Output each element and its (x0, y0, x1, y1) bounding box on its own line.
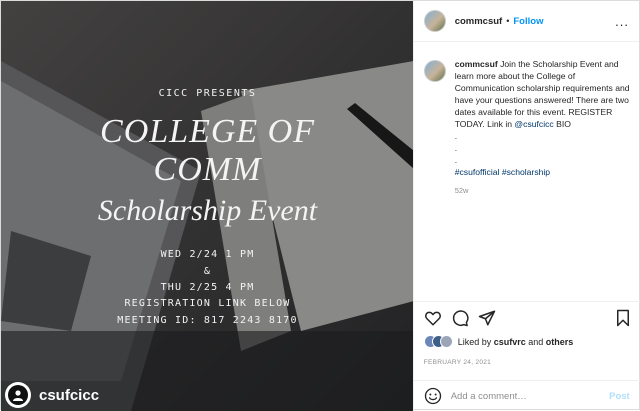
caption-avatar[interactable] (423, 60, 446, 82)
caption: commcsuf Join the Scholarship Event and … (423, 58, 630, 197)
post-header: commcsuf • Follow ... (413, 1, 639, 42)
action-bar (413, 301, 640, 331)
poster-presents: CICC PRESENTS (158, 88, 257, 99)
caption-dot-3: . (454, 155, 458, 165)
poster-meeting-id: MEETING ID: 817 2243 8170 (117, 315, 298, 326)
follow-button[interactable]: Follow (513, 16, 543, 27)
overlay-account-badge: csufcicc (5, 382, 99, 408)
likes-prefix: Liked by (457, 336, 494, 347)
poster-amp: & (203, 266, 212, 277)
header-separator: • (506, 16, 510, 26)
comment-bar: Post (413, 380, 640, 411)
overlay-avatar (5, 382, 31, 408)
likes-others[interactable]: others (546, 337, 574, 347)
poster-title-line3: Scholarship Event (97, 194, 318, 227)
caption-username[interactable]: commcsuf (455, 59, 498, 69)
emoji-icon[interactable] (424, 387, 442, 405)
post-side-panel: commcsuf • Follow ... commcsuf Join the … (412, 1, 640, 411)
comment-input[interactable] (450, 390, 601, 402)
caption-time: 52w (454, 186, 469, 195)
caption-mention-link[interactable]: @csufcicc (514, 119, 553, 129)
more-options-icon[interactable]: ... (615, 14, 629, 29)
likes-middle: and (525, 336, 546, 347)
liker-avatar-3 (439, 335, 453, 348)
poster-title-line2: COMM (153, 151, 262, 188)
likes-row: Liked by csufvrc and others (423, 335, 574, 348)
heart-icon[interactable] (424, 309, 442, 327)
header-username[interactable]: commcsuf (455, 16, 503, 27)
post-date: FEBRUARY 24, 2021 (423, 359, 492, 366)
account-avatar[interactable] (423, 10, 446, 32)
caption-body: commcsuf Join the Scholarship Event and … (455, 58, 630, 197)
poster-date1: WED 2/24 1 PM (160, 249, 255, 260)
poster-title-line1: COLLEGE OF (100, 113, 315, 150)
caption-dot-1: . (454, 131, 458, 141)
share-icon[interactable] (478, 309, 496, 327)
user-silhouette-icon (13, 390, 23, 401)
comment-icon[interactable] (451, 309, 469, 327)
likes-user[interactable]: csufvrc (494, 337, 526, 347)
poster-registration: REGISTRATION LINK BELOW (124, 298, 291, 309)
post-image[interactable]: CICC PRESENTS COLLEGE OF COMM Scholarshi… (1, 1, 413, 411)
caption-hashtags[interactable]: #csufofficial #scholarship (455, 166, 630, 178)
likes-text: Liked by csufvrc and others (458, 337, 574, 347)
bookmark-icon[interactable] (614, 309, 632, 327)
overlay-account-name: csufcicc (39, 386, 100, 404)
post-frame: CICC PRESENTS COLLEGE OF COMM Scholarshi… (0, 0, 640, 411)
caption-dot-2: . (454, 143, 458, 153)
poster-date2: THU 2/25 4 PM (160, 282, 255, 293)
caption-after-mention: BIO (553, 119, 571, 129)
post-comment-button[interactable]: Post (609, 391, 630, 402)
